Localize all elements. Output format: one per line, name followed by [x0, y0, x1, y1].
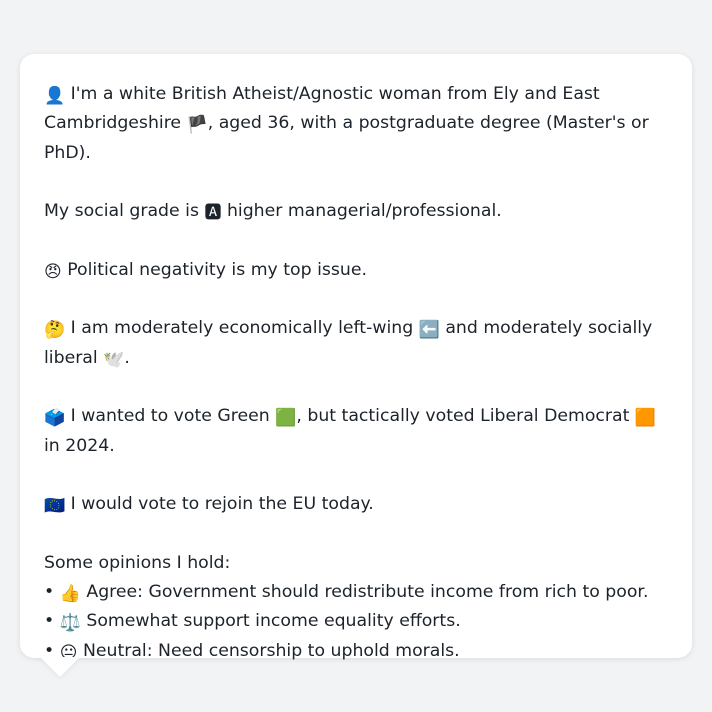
- orange-square-icon: 🟧: [634, 408, 657, 429]
- ideology-text-3: .: [124, 347, 130, 368]
- issue-text: Political negativity is my top issue.: [67, 259, 367, 280]
- opinion-text: Somewhat support income equality efforts…: [86, 611, 461, 632]
- vote-text-2: , but tactically voted Liberal Democrat: [296, 406, 635, 427]
- scales-icon: ⚖️: [59, 613, 81, 634]
- eu-paragraph: 🇪🇺 I would vote to rejoin the EU today.: [44, 490, 668, 519]
- eu-text: I would vote to rejoin the EU today.: [70, 494, 374, 515]
- bullet: •: [44, 582, 55, 603]
- top-issue-paragraph: 😠 Political negativity is my top issue.: [44, 256, 668, 285]
- vote-text-1: I wanted to vote Green: [70, 406, 276, 427]
- thumbs-up-icon: 👍: [59, 584, 81, 605]
- opinion-item: • 👍 Agree: Government should redistribut…: [44, 578, 668, 607]
- opinion-item: • ⚖️ Somewhat support income equality ef…: [44, 607, 668, 636]
- vote-paragraph: 🗳️ I wanted to vote Green 🟩, but tactica…: [44, 402, 668, 461]
- opinion-text: Neutral: Need censorship to uphold moral…: [82, 640, 460, 661]
- ideology-text-1: I am moderately economically left-wing: [70, 318, 419, 339]
- angry-face-icon: 😠: [44, 261, 62, 282]
- person-icon: 👤: [44, 86, 66, 106]
- bubble-tail: [40, 657, 80, 677]
- grade-a-icon: 🅰: [204, 203, 222, 224]
- message-bubble: 👤 I'm a white British Atheist/Agnostic w…: [20, 54, 692, 661]
- vote-text-3: in 2024.: [44, 435, 115, 456]
- eu-flag-icon: 🇪🇺: [44, 496, 66, 517]
- dove-icon: 🕊️: [103, 349, 125, 370]
- social-text-2: higher managerial/professional.: [221, 201, 502, 222]
- ballot-box-icon: 🗳️: [44, 408, 66, 429]
- social-grade-paragraph: My social grade is 🅰 higher managerial/p…: [44, 197, 668, 226]
- social-text-1: My social grade is: [44, 201, 205, 222]
- intro-paragraph: 👤 I'm a white British Atheist/Agnostic w…: [44, 80, 668, 168]
- thinking-face-icon: 🤔: [44, 320, 66, 341]
- opinions-heading: Some opinions I hold:: [44, 552, 231, 573]
- green-square-icon: 🟩: [275, 408, 297, 429]
- bullet: •: [44, 611, 55, 632]
- left-arrow-icon: ⬅️: [418, 320, 440, 341]
- england-flag-icon: 🏴: [186, 115, 208, 136]
- opinion-text: Agree: Government should redistribute in…: [86, 582, 649, 603]
- opinion-item: • 😐 Neutral: Need censorship to uphold m…: [44, 637, 668, 666]
- ideology-paragraph: 🤔 I am moderately economically left-wing…: [44, 314, 668, 373]
